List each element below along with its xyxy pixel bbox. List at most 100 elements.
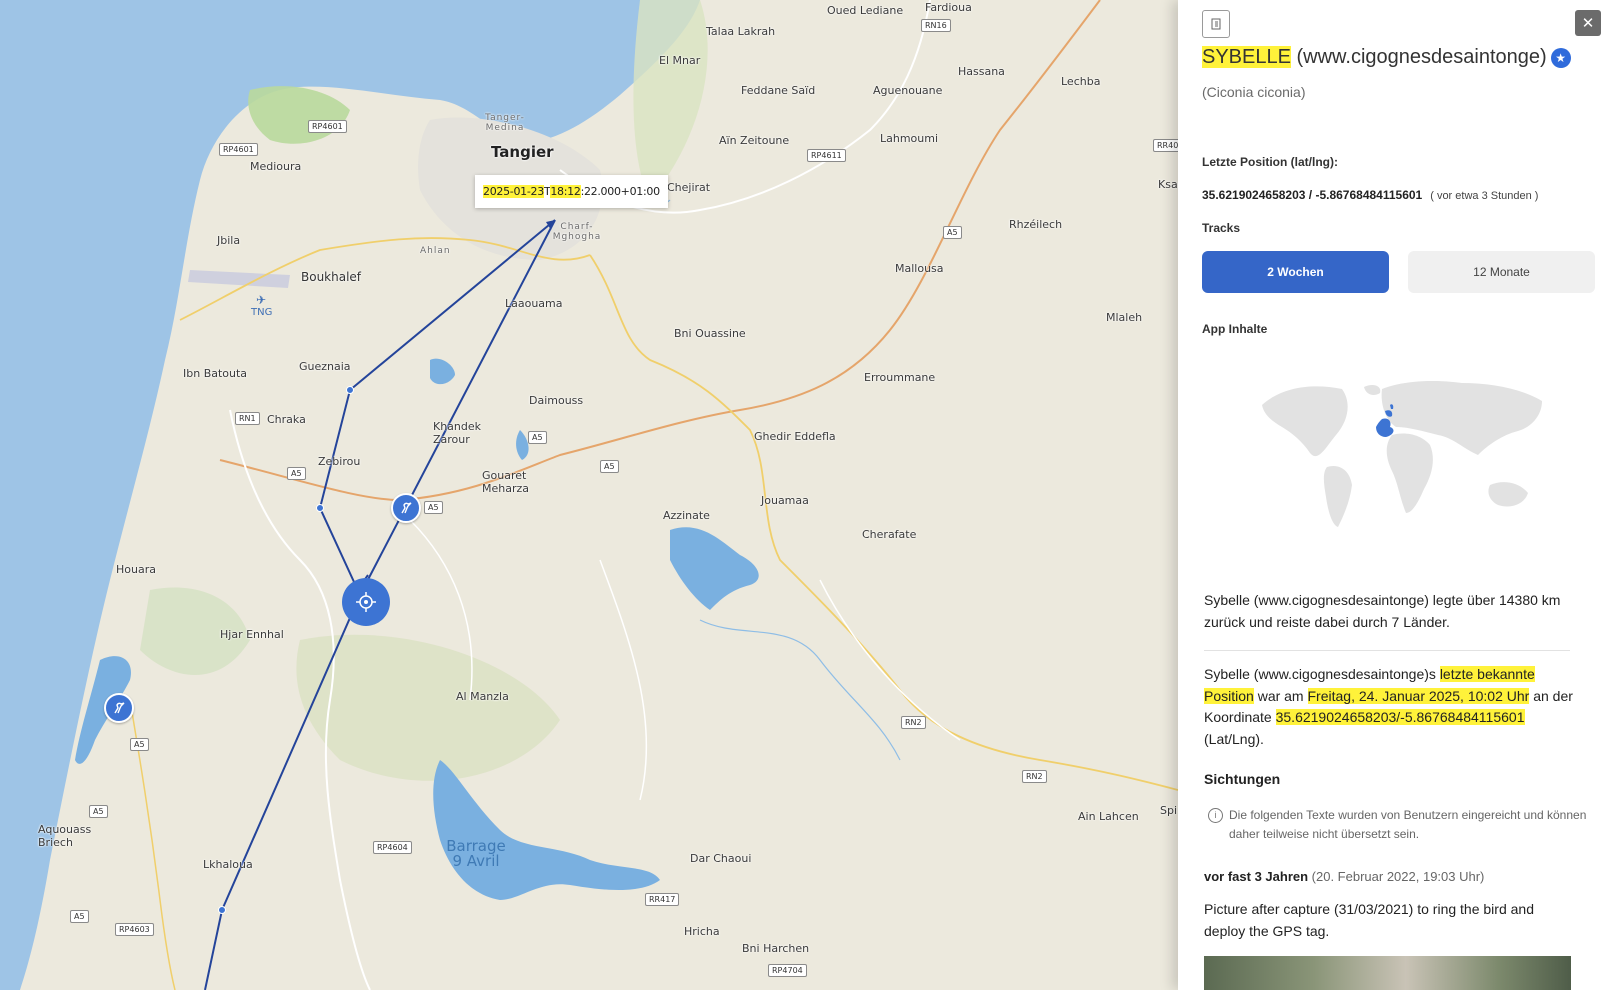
divider	[1204, 650, 1570, 651]
road-shield: A5	[130, 738, 149, 751]
place-label: Lkhaloua	[203, 858, 253, 871]
place-label: Feddane Saïd	[741, 84, 816, 97]
app-content-label: App Inhalte	[1202, 322, 1268, 336]
sighting-time: vor fast 3 Jahren (20. Februar 2022, 19:…	[1204, 869, 1484, 884]
road-shield: A5	[600, 460, 619, 473]
road-shield: RR417	[645, 893, 680, 906]
track-point-tooltip: 2025-01-23T18:12:22.000+01:00	[475, 175, 668, 208]
tab-2-weeks[interactable]: 2 Wochen	[1202, 251, 1389, 293]
place-label: Bni Ouassine	[674, 327, 746, 340]
text-part: war am	[1253, 687, 1308, 704]
place-label: Rhzéilech	[1009, 218, 1063, 231]
tooltip-rest: :22.000+01:00	[580, 185, 661, 198]
crosshair-icon	[356, 592, 376, 612]
road-shield: A5	[70, 910, 89, 923]
road-shield: RN16	[921, 19, 951, 32]
place-label: Gouaret Meharza	[482, 469, 530, 495]
place-label: Ksar	[1158, 178, 1178, 191]
text-part: (Lat/Lng).	[1204, 730, 1264, 747]
place-label: Ibn Batouta	[183, 367, 248, 380]
place-label: Mlaleh	[1106, 311, 1143, 324]
road-shield: RP4611	[807, 149, 846, 162]
place-label: Laaouama	[505, 297, 563, 310]
map-view[interactable]: Oued Lediane Fardioua Talaa Lakrah El Mn…	[0, 0, 1178, 990]
place-label: Houara	[116, 563, 156, 576]
place-label: El Mnar	[659, 54, 701, 67]
place-label: Lahmoumi	[880, 132, 939, 145]
road-shield: RP4704	[768, 964, 807, 977]
sighting-text: Picture after capture (31/03/2021) to ri…	[1204, 901, 1534, 939]
place-label: Bni Harchen	[742, 942, 810, 955]
info-icon: i	[1208, 808, 1223, 823]
place-label: Daimouss	[529, 394, 584, 407]
highlight-part: 35.6219024658203/-5.86768484115601	[1275, 709, 1525, 725]
place-label: Gueznaia	[299, 360, 351, 373]
detail-panel: ✕ SYBELLE (www.cigognesdesaintonge) ★ (Ci…	[1178, 0, 1607, 990]
road-shield: RP4601	[308, 120, 347, 133]
stork-icon	[114, 702, 125, 714]
last-position-label: Letzte Position (lat/lng):	[1202, 155, 1338, 169]
airport-icon: ✈	[256, 293, 267, 307]
district-label: Charf-Mghogha	[552, 222, 602, 242]
place-label: Oued Lediane	[827, 4, 904, 17]
place-label: Aïn Zeitoune	[719, 134, 790, 147]
star-icon[interactable]: ★	[1550, 47, 1571, 68]
place-label: Hassana	[958, 65, 1005, 78]
sightings-heading: Sichtungen	[1204, 771, 1281, 787]
place-label: Azzinate	[663, 509, 710, 522]
district-label: Ahlan	[420, 246, 451, 256]
stork-icon	[401, 502, 412, 514]
close-button[interactable]: ✕	[1575, 10, 1601, 36]
world-map	[1262, 381, 1542, 527]
road-shield: A5	[424, 501, 443, 514]
city-label-tangier: Tangier	[491, 143, 554, 161]
sighting-date: (20. Februar 2022, 19:03 Uhr)	[1311, 869, 1485, 884]
district-label: Tanger-Medina	[485, 113, 525, 133]
map-base	[0, 0, 1178, 990]
sighting-relative-time: vor fast 3 Jahren	[1204, 869, 1309, 884]
road-shield: RP4604	[373, 841, 412, 854]
stork-marker[interactable]	[104, 693, 134, 723]
place-label: Al Manzla	[456, 690, 509, 703]
road-shield: RN2	[901, 716, 926, 729]
place-label: Aquouass Briech	[38, 823, 92, 849]
place-label: Aguenouane	[873, 84, 943, 97]
tracks-label: Tracks	[1202, 221, 1241, 235]
road-shield: A5	[528, 431, 547, 444]
place-label: Jouamaa	[761, 494, 809, 507]
sighting-photo[interactable]	[1204, 956, 1571, 990]
highlight-part: Freitag, 24. Januar 2025, 10:02 Uhr	[1307, 687, 1530, 704]
tab-12-months[interactable]: 12 Monate	[1408, 251, 1595, 293]
road-shield: A5	[943, 226, 962, 239]
road-shield: RN2	[1022, 770, 1047, 783]
coords-text: 35.6219024658203 / -5.86768484115601	[1202, 188, 1423, 202]
road-shield: A5	[89, 805, 108, 818]
place-label: Mallousa	[895, 262, 944, 275]
place-label: Chraka	[267, 413, 306, 426]
place-label: Erroummane	[864, 371, 936, 384]
document-button[interactable]	[1202, 10, 1230, 38]
title-rest: (www.cigognesdesaintonge)	[1290, 46, 1547, 68]
place-label: Dar Chaoui	[690, 852, 752, 865]
road-shield: RP4601	[219, 143, 258, 156]
current-position-marker[interactable]	[342, 578, 390, 626]
stork-marker[interactable]	[391, 493, 421, 523]
time-ago: ( vor etwa 3 Stunden )	[1430, 190, 1539, 202]
place-label: Fardioua	[925, 1, 972, 14]
place-label: Hjar Ennhal	[220, 628, 284, 641]
tooltip-date: 2025-01-23	[483, 185, 544, 198]
last-position-value: 35.6219024658203 / -5.86768484115601 ( vo…	[1202, 188, 1538, 202]
document-icon	[1211, 18, 1221, 30]
place-label: Chejirat	[667, 181, 711, 194]
place-label: Ain Lahcen	[1078, 810, 1139, 823]
sightings-info: i Die folgenden Texte wurden von Benutzer…	[1208, 806, 1589, 844]
airport-label: TNG	[251, 307, 273, 318]
close-icon: ✕	[1581, 15, 1595, 32]
place-label: Medioura	[250, 160, 302, 173]
place-label: Talaa Lakrah	[706, 25, 776, 38]
sightings-info-text: Die folgenden Texte wurden von Benutzern…	[1229, 808, 1587, 841]
place-label: Jbila	[217, 234, 241, 247]
animal-title: SYBELLE (www.cigognesdesaintonge) ★	[1202, 46, 1571, 69]
place-label: Zebirou	[318, 455, 361, 468]
place-label: Boukhalef	[301, 270, 362, 284]
